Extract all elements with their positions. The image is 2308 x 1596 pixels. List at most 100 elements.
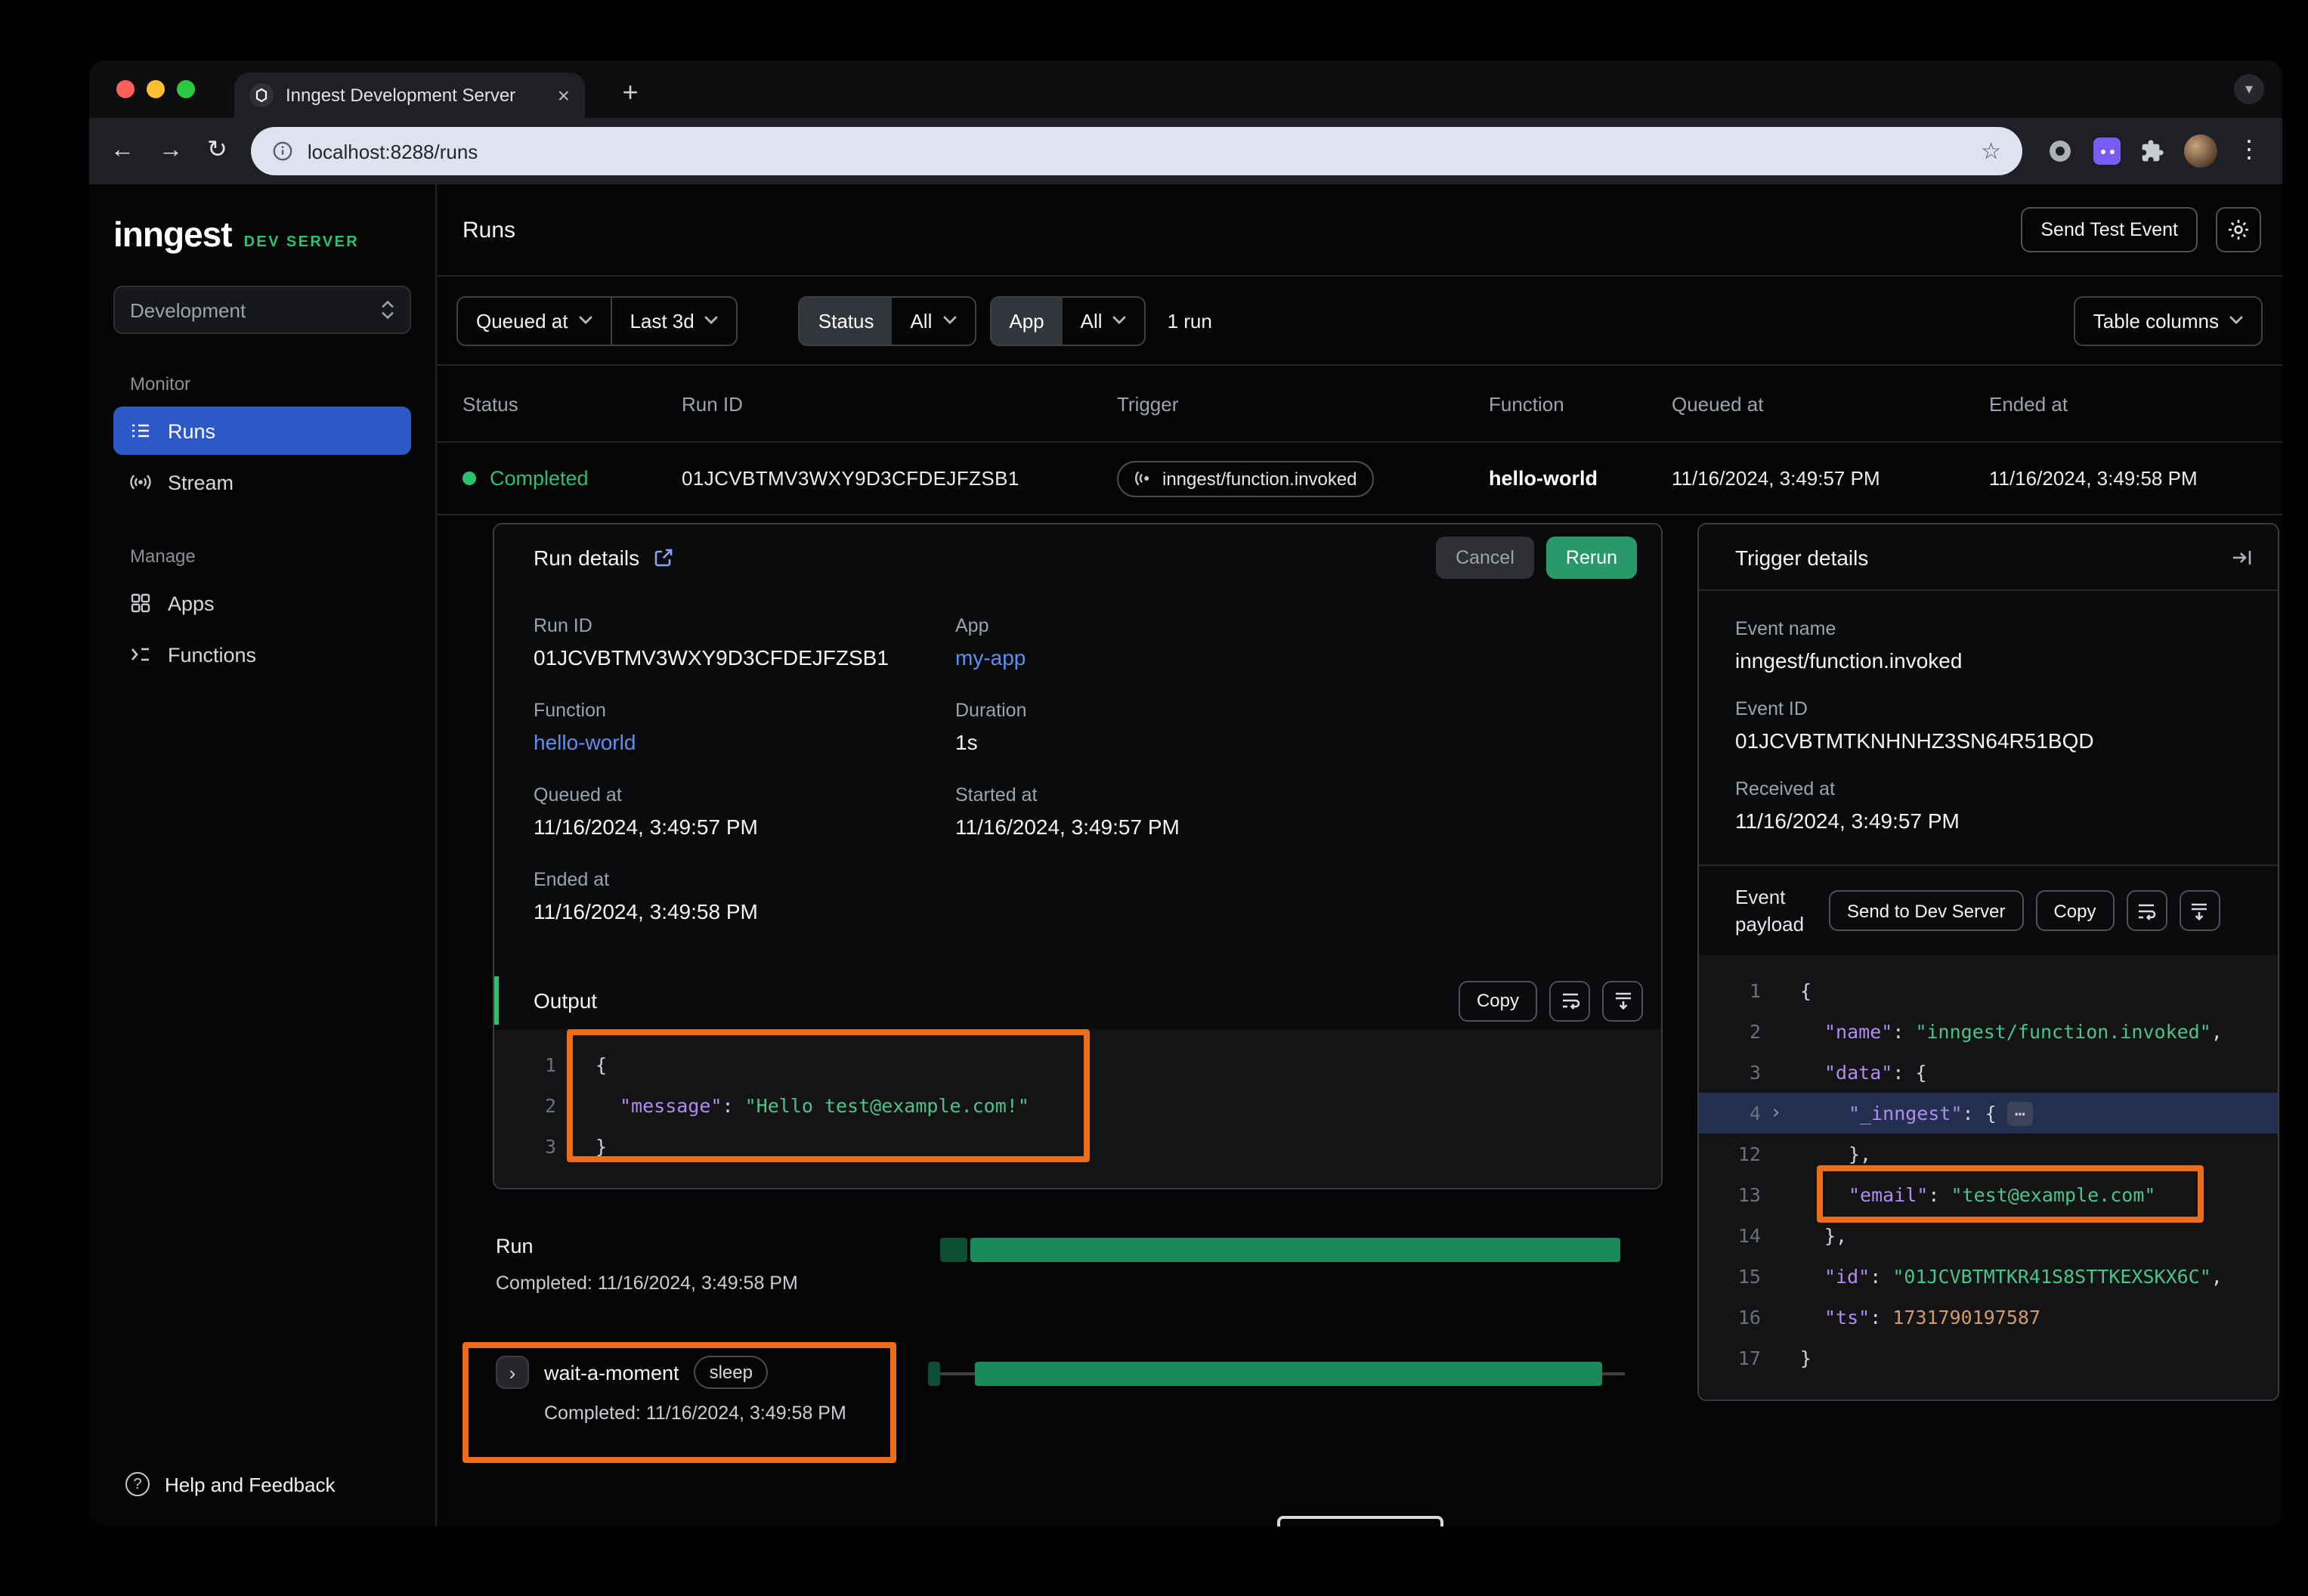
payload-line: 17 }	[1699, 1338, 2278, 1378]
field-ended-at: Ended at 11/16/2024, 3:49:58 PM	[534, 869, 955, 923]
extension-icon[interactable]	[2047, 138, 2074, 165]
status-filter-value[interactable]: All	[892, 297, 974, 344]
apps-icon	[128, 591, 153, 615]
col-trigger: Trigger	[1117, 392, 1489, 415]
trigger-pill[interactable]: inngest/function.invoked	[1117, 460, 1374, 496]
send-test-event-button[interactable]: Send Test Event	[2021, 207, 2198, 252]
timeline-step-bar[interactable]	[975, 1362, 1602, 1386]
close-window-button[interactable]	[116, 80, 135, 98]
collapse-panel-icon[interactable]	[2231, 546, 2254, 568]
scroll-to-bottom-icon[interactable]	[1602, 980, 1643, 1021]
forward-button[interactable]: →	[159, 139, 183, 163]
code-punct: :	[1870, 1306, 1892, 1328]
status-filter-group: Status All	[799, 295, 976, 345]
new-tab-button[interactable]: +	[611, 73, 650, 112]
run-details-fields: Run ID 01JCVBTMV3WXY9D3CFDEJFZSB1 App my…	[494, 591, 1661, 954]
payload-line-collapsed[interactable]: 4 › "_inngest": {⋯	[1699, 1093, 2278, 1134]
send-to-dev-server-button[interactable]: Send to Dev Server	[1829, 890, 2023, 931]
trigger-details-header: Trigger details	[1699, 524, 2278, 591]
bookmark-star-icon[interactable]: ☆	[1981, 138, 2001, 165]
trigger-details-panel: Trigger details Event name inngest/funct…	[1697, 523, 2279, 1401]
browser-menu-icon[interactable]: ⋮	[2237, 139, 2261, 163]
extensions-puzzle-icon[interactable]	[2140, 139, 2164, 163]
sidebar-item-stream[interactable]: Stream	[113, 458, 411, 506]
table-columns-label: Table columns	[2093, 309, 2219, 332]
chevron-down-icon	[578, 316, 592, 325]
back-button[interactable]: ←	[110, 139, 135, 163]
app-filter-value[interactable]: All	[1063, 297, 1145, 344]
line-number: 3	[494, 1135, 556, 1158]
sidebar-item-functions[interactable]: Functions	[113, 630, 411, 679]
code-punct: :	[722, 1094, 744, 1117]
toolbar-right: ⋮	[2047, 135, 2261, 168]
step-name: wait-a-moment	[544, 1361, 679, 1384]
site-info-icon[interactable]	[273, 141, 294, 162]
chevron-down-icon	[1113, 316, 1127, 325]
queued-at-filter[interactable]: Queued at	[458, 297, 610, 344]
trigger-details-title: Trigger details	[1735, 545, 1868, 569]
time-range-filter[interactable]: Last 3d	[610, 297, 736, 344]
time-filter-group: Queued at Last 3d	[456, 295, 738, 345]
line-number: 17	[1699, 1347, 1761, 1369]
field-duration: Duration 1s	[955, 700, 1625, 754]
settings-gear-button[interactable]	[2216, 207, 2261, 252]
tab-search-chevron-icon[interactable]: ▾	[2234, 74, 2264, 104]
output-copy-button[interactable]: Copy	[1459, 980, 1537, 1021]
app-link[interactable]: my-app	[955, 645, 1625, 670]
output-code-block[interactable]: 1 { 2 "message": "Hello test@example.com…	[494, 1029, 1661, 1188]
payload-line: 1 {	[1699, 970, 2278, 1011]
environment-select[interactable]: Development	[113, 286, 411, 334]
profile-avatar[interactable]	[2184, 135, 2217, 168]
sidebar-item-label: Stream	[168, 471, 234, 493]
code-punct: ,	[2211, 1265, 2223, 1288]
sidebar: inngest DEV SERVER Development Monitor R…	[89, 184, 437, 1526]
code-token: }	[596, 1135, 607, 1158]
extension-icon-purple[interactable]	[2093, 138, 2121, 165]
logo: inngest DEV SERVER	[113, 215, 435, 255]
reload-button[interactable]: ↻	[207, 139, 227, 163]
step-completed: Completed: 11/16/2024, 3:49:58 PM	[544, 1403, 1663, 1424]
code-string: "01JCVBTMTKR41S8STTKEXSKX6C"	[1892, 1265, 2211, 1288]
functions-icon	[128, 642, 153, 667]
output-code-line: 3 }	[494, 1126, 1661, 1167]
app-filter-group: App All	[989, 295, 1146, 345]
help-and-feedback[interactable]: ? Help and Feedback	[125, 1472, 336, 1496]
table-columns-button[interactable]: Table columns	[2074, 295, 2263, 345]
tab-close-icon[interactable]: ×	[558, 85, 570, 106]
collapsed-ellipsis[interactable]: ⋯	[2007, 1101, 2033, 1125]
word-wrap-icon[interactable]	[2126, 890, 2167, 931]
traffic-lights	[116, 80, 195, 98]
event-payload-header: Event payload Send to Dev Server Copy	[1699, 865, 2278, 955]
timeline-run-bar[interactable]	[970, 1238, 1620, 1262]
scroll-to-bottom-icon[interactable]	[2179, 890, 2220, 931]
step-expand-chevron[interactable]: ›	[496, 1356, 529, 1389]
col-function: Function	[1489, 392, 1672, 415]
code-key: "ts"	[1824, 1306, 1870, 1328]
url-text[interactable]: localhost:8288/runs	[308, 140, 1981, 162]
address-bar[interactable]: localhost:8288/runs ☆	[252, 127, 2022, 175]
cancel-button[interactable]: Cancel	[1436, 537, 1534, 579]
field-started-at: Started at 11/16/2024, 3:49:57 PM	[955, 784, 1625, 839]
function-link[interactable]: hello-world	[534, 730, 955, 754]
sidebar-item-apps[interactable]: Apps	[113, 579, 411, 627]
external-link-icon[interactable]	[653, 547, 674, 568]
payload-copy-button[interactable]: Copy	[2035, 890, 2114, 931]
code-token: }	[1800, 1347, 1811, 1369]
line-number: 14	[1699, 1224, 1761, 1247]
line-number: 3	[1699, 1061, 1761, 1084]
timeline-run-row[interactable]: Run Completed: 11/16/2024, 3:49:58 PM	[493, 1235, 1663, 1319]
code-string: "inngest/function.invoked"	[1915, 1020, 2211, 1043]
code-punct: :	[1892, 1061, 1915, 1084]
payload-code-block[interactable]: 1 { 2 "name": "inngest/function.invoked"…	[1699, 955, 2278, 1400]
minimize-window-button[interactable]	[147, 80, 165, 98]
sidebar-item-runs[interactable]: Runs	[113, 407, 411, 455]
timeline-step-row[interactable]: › wait-a-moment sleep Completed: 11/16/2…	[493, 1356, 1663, 1461]
rerun-button[interactable]: Rerun	[1546, 537, 1637, 579]
tab-strip: Inngest Development Server × + ▾	[89, 60, 2282, 118]
expand-chevron-icon[interactable]: ›	[1770, 1102, 1782, 1124]
table-row[interactable]: Completed 01JCVBTMV3WXY9D3CFDEJFZSB1 inn…	[437, 443, 2282, 515]
word-wrap-icon[interactable]	[1549, 980, 1590, 1021]
browser-tab[interactable]: Inngest Development Server ×	[234, 73, 585, 118]
maximize-window-button[interactable]	[177, 80, 195, 98]
chevron-down-icon	[705, 316, 719, 325]
